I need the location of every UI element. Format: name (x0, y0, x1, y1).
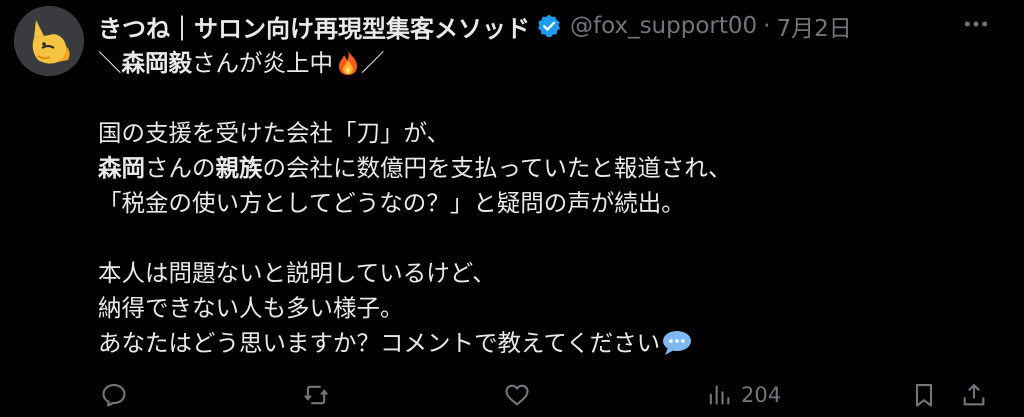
bold-word: 親族 (215, 154, 263, 182)
views-count: 204 (741, 383, 782, 407)
fox-avatar-icon[interactable] (14, 6, 84, 76)
tweet-line-7: あなたはどう思いますか？コメントで教えてください (98, 326, 998, 361)
text-segment: の会社に数億円を支払っていたと報道され、 (262, 154, 732, 182)
tweet-line-5: 本人は問題ないと説明しているけど、 (98, 259, 496, 287)
text-segment: ＼ (98, 49, 122, 77)
tweet-line-1: ＼森岡毅さんが炎上中 ／ (98, 46, 998, 81)
author-handle[interactable]: @fox_support00 (570, 13, 757, 39)
tweet-line-2: 国の支援を受けた会社「刀」が、 (98, 119, 451, 147)
text-segment: さんが炎上中 (192, 49, 333, 77)
reply-icon[interactable] (100, 380, 128, 410)
tweet-header: きつね｜サロン向け再現型集客メソッド @fox_support00 · 7月2日 (98, 6, 852, 46)
text-segment: ／ (361, 49, 385, 77)
heart-icon[interactable] (503, 380, 531, 410)
tweet-line-4: 「税金の使い方としてどうなの？」と疑問の声が続出。 (98, 189, 685, 217)
text-segment: さんの (145, 154, 216, 182)
verified-badge-icon (536, 13, 562, 39)
fire-emoji-icon (335, 48, 361, 86)
bold-name: 森岡 (98, 154, 145, 182)
speech-bubble-emoji-icon (662, 330, 692, 366)
tweet-date[interactable]: 7月2日 (776, 9, 851, 43)
views-icon (705, 381, 733, 409)
author-display-name[interactable]: きつね｜サロン向け再現型集客メソッド (98, 9, 530, 44)
tweet-card[interactable]: きつね｜サロン向け再現型集客メソッド @fox_support00 · 7月2日… (0, 0, 1024, 417)
retweet-icon[interactable] (302, 380, 330, 410)
action-bar: 204 (0, 372, 1024, 417)
tweet-line-6: 納得できない人も多い様子。 (98, 294, 404, 322)
views-button[interactable]: 204 (705, 380, 781, 410)
tweet-line-3: 森岡さんの親族の会社に数億円を支払っていたと報道され、 (98, 151, 998, 186)
share-icon[interactable] (960, 380, 988, 410)
bold-name: 森岡毅 (121, 49, 193, 77)
separator-dot: · (763, 13, 771, 39)
bookmark-icon[interactable] (910, 380, 938, 410)
tweet-body: ＼森岡毅さんが炎上中 ／ 国の支援を受けた会社「刀」が、 森岡さんの親族の会社に数… (98, 46, 998, 361)
more-options-icon[interactable] (956, 8, 996, 40)
text-segment: あなたはどう思いますか？コメントで教えてください (98, 329, 661, 357)
